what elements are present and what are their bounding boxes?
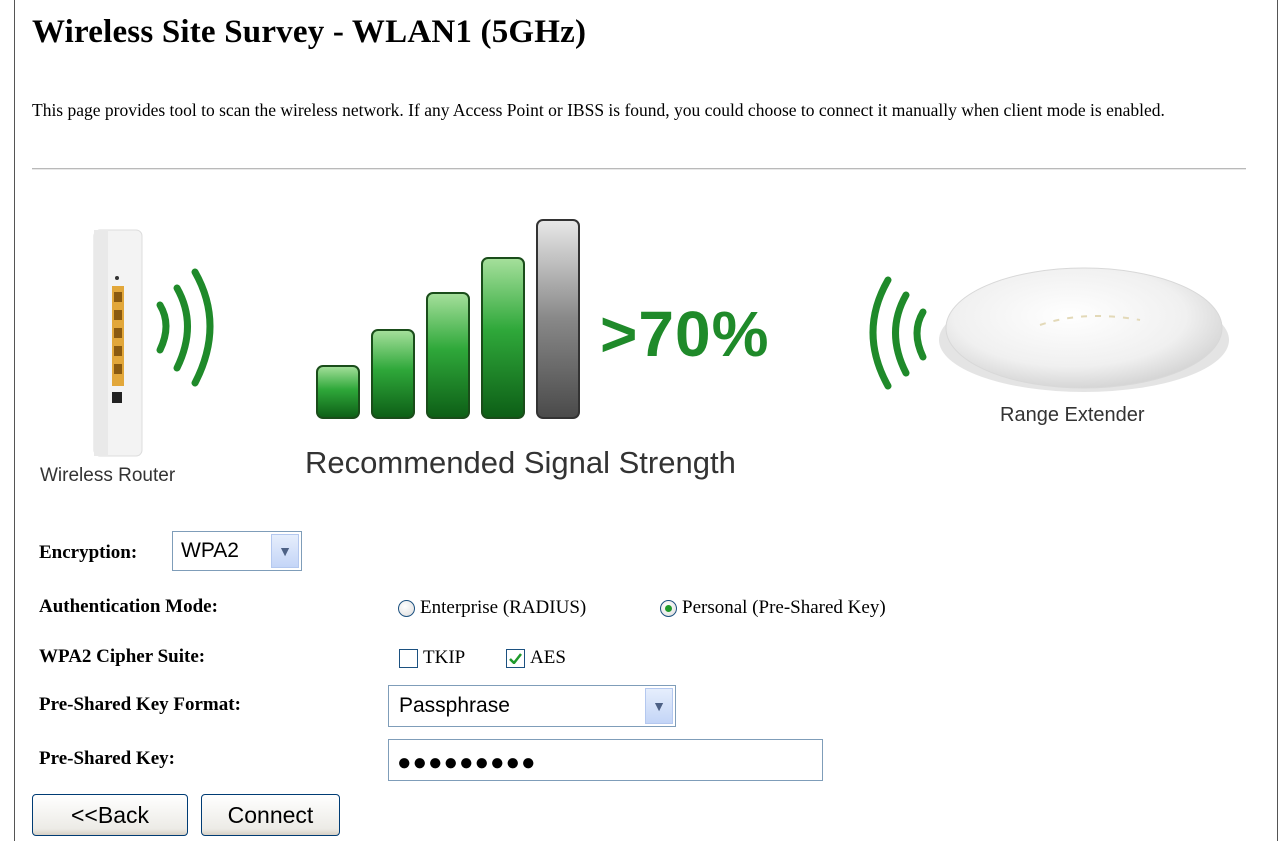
personal-label: Personal (Pre-Shared Key)	[682, 597, 886, 618]
aes-checkbox[interactable]	[506, 648, 525, 668]
encryption-select[interactable]: WPA2 ▼	[172, 531, 302, 571]
enterprise-radio[interactable]	[398, 599, 415, 617]
router-icon	[93, 229, 143, 457]
psk-label: Pre-Shared Key:	[39, 748, 175, 769]
range-extender-icon	[939, 267, 1229, 392]
psk-format-value: Passphrase	[399, 694, 510, 717]
encryption-label: Encryption:	[39, 542, 138, 563]
cipher-option-tkip[interactable]: TKIP	[399, 647, 465, 669]
auth-mode-label: Authentication Mode:	[39, 596, 218, 617]
cipher-option-aes[interactable]: AES	[506, 647, 566, 669]
aes-label: AES	[530, 647, 566, 668]
chevron-down-icon[interactable]: ▼	[271, 534, 299, 568]
checkmark-icon	[509, 652, 522, 664]
router-caption: Wireless Router	[40, 465, 176, 486]
signal-caption: Recommended Signal Strength	[305, 445, 736, 480]
page-title: Wireless Site Survey - WLAN1 (5GHz)	[32, 14, 587, 50]
personal-radio[interactable]	[660, 599, 677, 617]
psk-input[interactable]: ●●●●●●●●●	[388, 739, 823, 781]
encryption-value: WPA2	[181, 539, 239, 562]
auth-option-personal[interactable]: Personal (Pre-Shared Key)	[660, 597, 886, 619]
signal-percent: >70%	[600, 298, 770, 370]
enterprise-label: Enterprise (RADIUS)	[420, 597, 587, 618]
psk-format-select[interactable]: Passphrase ▼	[388, 685, 676, 727]
tkip-checkbox[interactable]	[399, 648, 418, 668]
chevron-down-icon[interactable]: ▼	[645, 688, 673, 724]
cipher-suite-label: WPA2 Cipher Suite:	[39, 646, 206, 667]
extender-wave-icon	[869, 276, 927, 390]
page-description: This page provides tool to scan the wire…	[32, 100, 1165, 120]
radio-selected-dot	[665, 604, 672, 612]
back-button[interactable]: <<Back	[32, 794, 188, 836]
auth-option-enterprise[interactable]: Enterprise (RADIUS)	[398, 597, 586, 619]
extender-caption: Range Extender	[1000, 404, 1145, 426]
connect-button[interactable]: Connect	[201, 794, 340, 836]
tkip-label: TKIP	[423, 647, 466, 668]
divider	[32, 168, 1246, 170]
signal-bars-icon	[316, 219, 580, 419]
router-wave-icon	[156, 268, 214, 387]
psk-format-label: Pre-Shared Key Format:	[39, 694, 241, 715]
